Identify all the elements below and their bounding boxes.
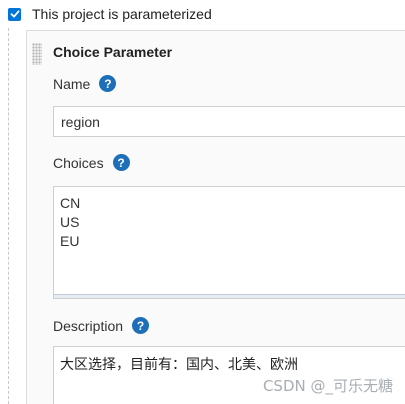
description-help-icon[interactable]: ?	[132, 317, 150, 334]
watermark: CSDN @_可乐无糖	[262, 377, 393, 395]
parameterized-checkbox[interactable]	[8, 7, 21, 21]
description-text: 大区选择，目前有：国内、北美、欧洲	[60, 357, 298, 373]
description-label-row: Description ?	[53, 317, 150, 334]
name-label: Name	[53, 75, 91, 92]
nesting-guide	[8, 28, 9, 404]
name-input[interactable]: region	[53, 106, 405, 137]
name-help-icon[interactable]: ?	[99, 75, 117, 92]
choices-label: Choices	[53, 154, 104, 171]
textarea-resize-handle[interactable]	[54, 294, 405, 298]
parameterized-row[interactable]: This project is parameterized	[8, 5, 212, 23]
choices-help-icon[interactable]: ?	[112, 154, 130, 171]
description-label: Description	[53, 317, 124, 334]
check-icon	[10, 10, 19, 18]
parameter-title: Choice Parameter	[53, 44, 173, 60]
choice-line: US	[60, 214, 80, 230]
choice-line: CN	[60, 195, 81, 211]
choices-textarea[interactable]: CN US EU	[53, 186, 405, 299]
name-label-row: Name ?	[53, 75, 117, 92]
choices-label-row: Choices ?	[53, 154, 130, 171]
choice-line: EU	[60, 233, 80, 249]
drag-handle-icon[interactable]	[32, 43, 42, 65]
parameterized-label: This project is parameterized	[32, 6, 212, 22]
